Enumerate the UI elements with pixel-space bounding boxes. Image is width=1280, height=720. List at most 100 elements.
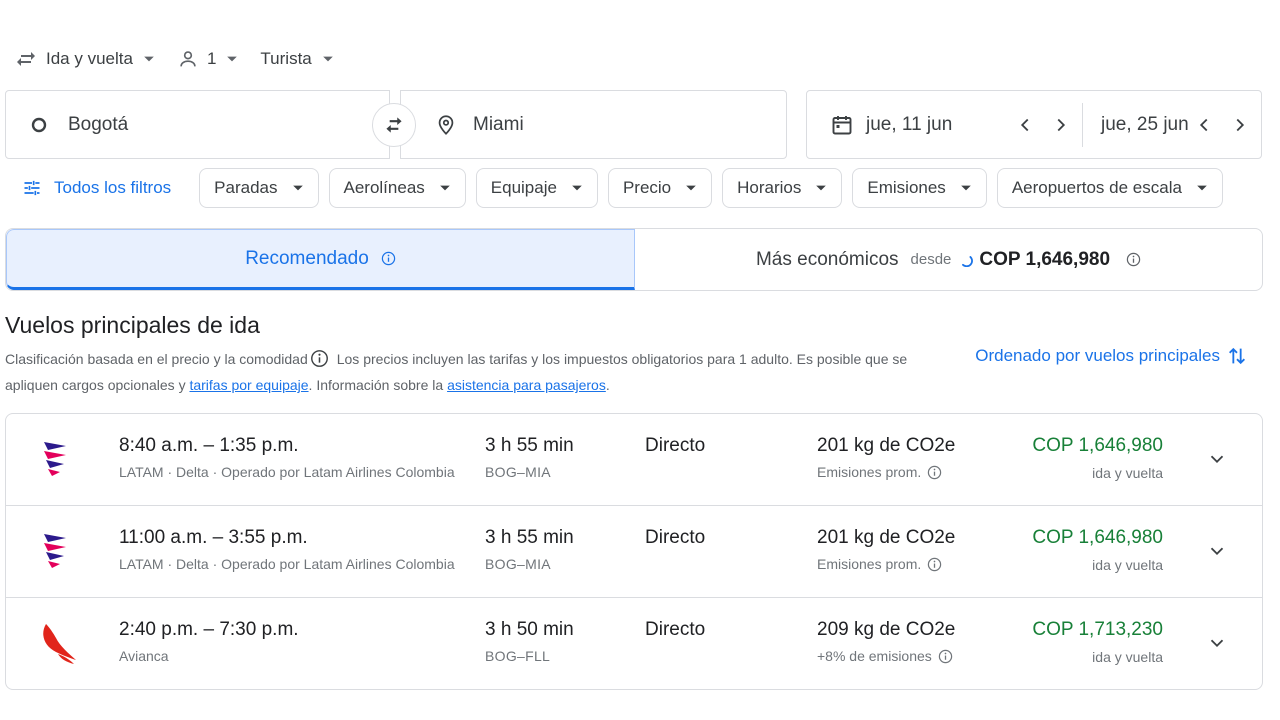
chip-label: Precio (622, 178, 672, 197)
sort-arrows-icon (1229, 347, 1245, 365)
filter-chip-stops[interactable]: Paradas (199, 168, 319, 208)
filter-chip-connecting-airports[interactable]: Aeropuertos de escala (996, 168, 1223, 208)
chevron-down-icon (1210, 639, 1224, 648)
tab-recommended[interactable]: Recomendado (6, 229, 635, 290)
flight-duration: 3 h 50 min (485, 619, 574, 640)
return-prev-button[interactable] (1193, 114, 1215, 136)
chevron-left-icon (1199, 118, 1208, 131)
flight-stops: Directo (645, 527, 706, 548)
chip-label: Equipaje (490, 178, 557, 197)
flight-route: BOG–MIA (485, 556, 551, 572)
info-icon[interactable] (1126, 252, 1141, 267)
latam-logo-icon (44, 442, 66, 476)
all-filters-button[interactable]: Todos los filtros (0, 178, 171, 198)
flight-times: 8:40 a.m. – 1:35 p.m. (119, 435, 299, 456)
destination-field[interactable]: Miami (400, 90, 787, 159)
passenger-assistance-link[interactable]: asistencia para pasajeros (447, 377, 606, 393)
departure-prev-button[interactable] (1014, 114, 1036, 136)
emissions-note: +8% de emisiones (817, 648, 953, 664)
flight-airline: Avianca (119, 648, 169, 664)
emissions-note: Emisiones prom. (817, 556, 942, 572)
return-next-button[interactable] (1229, 114, 1251, 136)
sort-order-button[interactable]: Ordenado por vuelos principales (975, 344, 1248, 368)
cabin-class-select[interactable]: Turista (260, 49, 333, 69)
sort-order-label: Ordenado por vuelos principales (975, 346, 1220, 365)
info-icon[interactable] (927, 465, 942, 480)
person-icon (180, 51, 196, 67)
filter-chip-emissions[interactable]: Emisiones (852, 168, 987, 208)
destination-value: Miami (473, 113, 524, 135)
departure-next-button[interactable] (1050, 114, 1072, 136)
return-date-field[interactable]: jue, 25 jun (1083, 114, 1193, 136)
chip-label: Horarios (737, 178, 802, 197)
cabin-class-label: Turista (260, 49, 312, 68)
chevron-down-icon (1210, 455, 1224, 464)
flight-stops: Directo (645, 435, 706, 456)
chevron-left-icon (1020, 118, 1029, 131)
latam-logo-icon (44, 534, 66, 568)
emissions-note-label: +8% de emisiones (817, 648, 932, 664)
return-date-value: jue, 25 jun (1101, 113, 1189, 135)
flight-times: 11:00 a.m. – 3:55 p.m. (119, 527, 308, 548)
expand-flight-button[interactable] (1202, 444, 1232, 474)
info-icon[interactable] (927, 557, 942, 572)
flight-route: BOG–MIA (485, 464, 551, 480)
filter-chip-price[interactable]: Precio (607, 168, 713, 208)
info-icon[interactable] (381, 251, 396, 266)
info-icon[interactable] (310, 349, 329, 368)
flight-route: BOG–FLL (485, 648, 551, 664)
caret-down-icon (322, 56, 333, 62)
caret-down-icon (292, 185, 303, 191)
flight-row[interactable]: 11:00 a.m. – 3:55 p.m. LATAM · Delta · O… (6, 506, 1262, 598)
trip-type-select[interactable]: Ida y vuelta (14, 47, 155, 71)
filter-chip-baggage[interactable]: Equipaje (475, 168, 598, 208)
emissions-note-label: Emisiones prom. (817, 464, 922, 480)
chip-label: Paradas (214, 178, 278, 197)
flight-row[interactable]: 2:40 p.m. – 7:30 p.m. Avianca 3 h 50 min… (6, 598, 1262, 689)
ranking-explanation: Clasificación basada en el precio y la c… (5, 351, 308, 367)
caret-down-icon (1197, 185, 1207, 191)
info-connector: . Información sobre la (308, 377, 448, 393)
expand-flight-button[interactable] (1202, 536, 1232, 566)
ranking-info-text: Clasificación basada en el precio y la c… (5, 346, 930, 398)
origin-field[interactable]: Bogotá (5, 90, 390, 159)
flight-price: COP 1,646,980 (1032, 435, 1163, 456)
date-picker: jue, 11 jun jue, 25 jun (806, 90, 1262, 159)
flight-price-type: ida y vuelta (1092, 649, 1163, 665)
flight-duration: 3 h 55 min (485, 435, 574, 456)
flight-airline: LATAM · Delta · Operado por Latam Airlin… (119, 464, 455, 480)
caret-down-icon (686, 185, 696, 191)
flight-times: 2:40 p.m. – 7:30 p.m. (119, 619, 299, 640)
location-pin-icon (438, 114, 454, 135)
flight-price-type: ida y vuelta (1092, 465, 1163, 481)
filter-chip-times[interactable]: Horarios (722, 168, 843, 208)
emissions-note-label: Emisiones prom. (817, 556, 922, 572)
flight-row[interactable]: 8:40 a.m. – 1:35 p.m. LATAM · Delta · Op… (6, 414, 1262, 506)
filter-bar: Todos los filtros Paradas Aerolíneas Equ… (0, 168, 1280, 208)
passengers-select[interactable]: 1 (177, 48, 238, 70)
flight-emissions: 201 kg de CO2e (817, 435, 956, 456)
trip-options-row: Ida y vuelta 1 Turista (14, 44, 356, 74)
flight-duration: 3 h 55 min (485, 527, 574, 548)
flight-stops: Directo (645, 619, 706, 640)
chevron-down-icon (1210, 547, 1224, 556)
info-icon[interactable] (938, 649, 953, 664)
tab-cheapest[interactable]: Más económicos desde COP 1,646,980 (635, 229, 1262, 290)
origin-value: Bogotá (68, 113, 129, 135)
swap-locations-button[interactable] (372, 103, 416, 147)
flight-price: COP 1,713,230 (1032, 619, 1163, 640)
flight-results-list: 8:40 a.m. – 1:35 p.m. LATAM · Delta · Op… (5, 413, 1263, 690)
baggage-fees-link[interactable]: tarifas por equipaje (189, 377, 308, 393)
sort-tabs: Recomendado Más económicos desde COP 1,6… (5, 228, 1263, 291)
caret-down-icon (227, 56, 238, 62)
flight-price-type: ida y vuelta (1092, 557, 1163, 573)
filter-chip-airlines[interactable]: Aerolíneas (328, 168, 466, 208)
flight-emissions: 201 kg de CO2e (817, 527, 956, 548)
tab-recommended-label: Recomendado (245, 247, 369, 269)
chip-label: Emisiones (867, 178, 946, 197)
flight-airline: LATAM · Delta · Operado por Latam Airlin… (119, 556, 455, 572)
section-title: Vuelos principales de ida (5, 312, 260, 338)
calendar-icon (832, 115, 852, 134)
tune-sliders-icon (24, 180, 40, 196)
expand-flight-button[interactable] (1202, 628, 1232, 658)
